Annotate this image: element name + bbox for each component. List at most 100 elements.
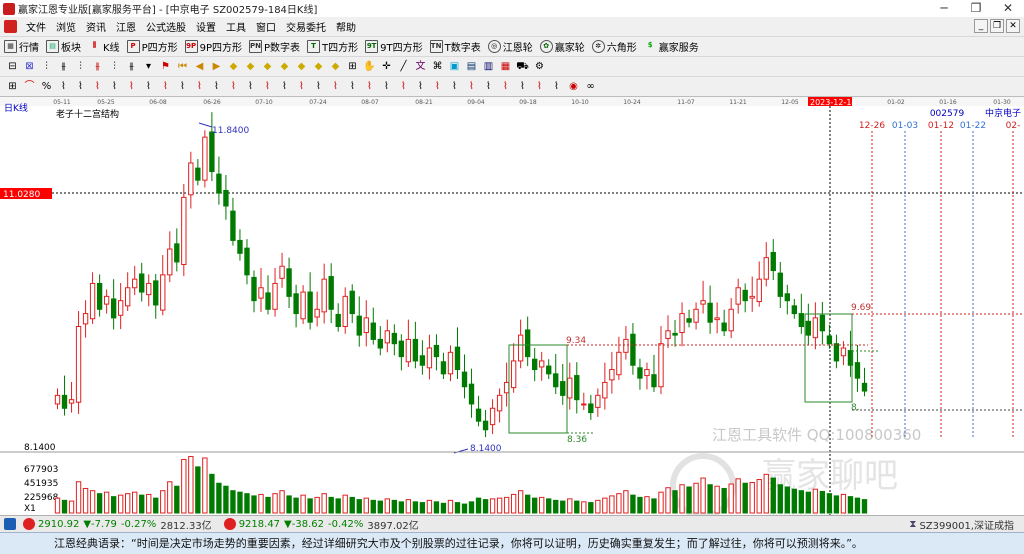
cycle-icon[interactable]: ⌇ bbox=[125, 80, 138, 93]
candle-icon[interactable]: ⫵ bbox=[57, 60, 70, 73]
grid-icon[interactable]: ⊞ bbox=[346, 60, 359, 73]
toolbar-hexagon[interactable]: ✲ 六角形 bbox=[591, 39, 637, 54]
text-icon[interactable]: 文 bbox=[414, 60, 427, 73]
arc-icon[interactable]: ⌒ bbox=[23, 80, 36, 93]
cycle-icon[interactable]: ⌇ bbox=[346, 80, 359, 93]
menu-gann[interactable]: 江恩 bbox=[111, 19, 141, 34]
layers-icon[interactable]: ▥ bbox=[482, 60, 495, 73]
diamond-icon[interactable]: ◆ bbox=[261, 60, 274, 73]
menu-file[interactable]: 文件 bbox=[21, 19, 51, 34]
cycle-icon[interactable]: ⌇ bbox=[465, 80, 478, 93]
hand-icon[interactable]: ✋ bbox=[363, 60, 376, 73]
doc-restore-button[interactable]: ❐ bbox=[990, 19, 1004, 33]
cycle-icon[interactable]: ⌇ bbox=[329, 80, 342, 93]
doc-close-button[interactable]: ✕ bbox=[1006, 19, 1020, 33]
cycle-icon[interactable]: ⌇ bbox=[516, 80, 529, 93]
cycle-icon[interactable]: ⌇ bbox=[142, 80, 155, 93]
doc-minimize-button[interactable]: _ bbox=[974, 19, 988, 33]
color-wheel-icon[interactable]: ◉ bbox=[567, 80, 580, 93]
cycle-icon[interactable]: ⌇ bbox=[397, 80, 410, 93]
toolbar-sectors[interactable]: ▤ 板块 bbox=[46, 39, 81, 54]
diamond-icon[interactable]: ◆ bbox=[244, 60, 257, 73]
candle-icon[interactable]: ⫶ bbox=[74, 60, 87, 73]
menu-trade[interactable]: 交易委托 bbox=[281, 19, 331, 34]
sh-index-value[interactable]: 2910.92 bbox=[38, 519, 79, 530]
prev-icon[interactable]: ◀ bbox=[193, 60, 206, 73]
menu-browse[interactable]: 浏览 bbox=[51, 19, 81, 34]
cycle-icon[interactable]: ⌇ bbox=[278, 80, 291, 93]
first-icon[interactable]: ⏮ bbox=[176, 60, 189, 73]
trend-line-icon[interactable]: ╱ bbox=[397, 60, 410, 73]
cycle-icon[interactable]: ⌇ bbox=[363, 80, 376, 93]
diamond-icon[interactable]: ◆ bbox=[295, 60, 308, 73]
menu-settings[interactable]: 设置 bbox=[191, 19, 221, 34]
cycle-icon[interactable]: ⌇ bbox=[193, 80, 206, 93]
toolbar-t-square[interactable]: T T四方形 bbox=[307, 39, 358, 54]
toolbar-t-number-table[interactable]: TN T数字表 bbox=[429, 39, 481, 54]
layout-icon[interactable]: ⊟ bbox=[6, 60, 19, 73]
cycle-icon[interactable]: ⌇ bbox=[448, 80, 461, 93]
infinity-icon[interactable]: ∞ bbox=[584, 80, 597, 93]
diamond-icon[interactable]: ◆ bbox=[278, 60, 291, 73]
toolbar-winner-service[interactable]: $ 赢家服务 bbox=[644, 39, 699, 54]
diamond-icon[interactable]: ◆ bbox=[227, 60, 240, 73]
maximize-button[interactable]: ❐ bbox=[960, 0, 992, 17]
calendar-icon[interactable]: ▣ bbox=[448, 60, 461, 73]
dropdown-icon[interactable]: ▾ bbox=[142, 60, 155, 73]
cycle-icon[interactable]: ⌇ bbox=[533, 80, 546, 93]
fibonacci-icon[interactable]: ⌘ bbox=[431, 60, 444, 73]
next-icon[interactable]: ▶ bbox=[210, 60, 223, 73]
cycle-icon[interactable]: ⌇ bbox=[414, 80, 427, 93]
cycle-icon[interactable]: ⌇ bbox=[227, 80, 240, 93]
menu-window[interactable]: 窗口 bbox=[251, 19, 281, 34]
cycle-icon[interactable]: ⌇ bbox=[91, 80, 104, 93]
toolbar-p-square[interactable]: P P四方形 bbox=[126, 39, 178, 54]
sz-index-value[interactable]: 9218.47 bbox=[239, 519, 280, 530]
cycle-icon[interactable]: ⌇ bbox=[244, 80, 257, 93]
percent-icon[interactable]: % bbox=[40, 80, 53, 93]
cycle-icon[interactable]: ⌇ bbox=[261, 80, 274, 93]
document-menu-icon[interactable] bbox=[4, 20, 17, 33]
cycle-icon[interactable]: ⌇ bbox=[431, 80, 444, 93]
cycle-icon[interactable]: ⌇ bbox=[482, 80, 495, 93]
cycle-icon[interactable]: ⌇ bbox=[295, 80, 308, 93]
cycle-icon[interactable]: ⌇ bbox=[210, 80, 223, 93]
cycle-icon[interactable]: ⌇ bbox=[108, 80, 121, 93]
candle-icon[interactable]: ⫵ bbox=[91, 60, 104, 73]
cycle-icon[interactable]: ⌇ bbox=[159, 80, 172, 93]
candle-icon[interactable]: ⫵ bbox=[125, 60, 138, 73]
menu-formula-select[interactable]: 公式选股 bbox=[141, 19, 191, 34]
toolbar-quotes[interactable]: ▦ 行情 bbox=[4, 39, 39, 54]
crosshair-icon[interactable]: ✛ bbox=[380, 60, 393, 73]
minimize-button[interactable]: ─ bbox=[928, 0, 960, 17]
save-icon[interactable]: ▤ bbox=[465, 60, 478, 73]
close-button[interactable]: ✕ bbox=[992, 0, 1024, 17]
status-right-info[interactable]: ⧗ SZ399001,深证成指 bbox=[909, 517, 1014, 532]
cycle-icon[interactable]: ⌇ bbox=[380, 80, 393, 93]
diamond-icon[interactable]: ◆ bbox=[329, 60, 342, 73]
menu-tools[interactable]: 工具 bbox=[221, 19, 251, 34]
car-icon[interactable]: ⛟ bbox=[516, 60, 529, 73]
cycle-icon[interactable]: ⌇ bbox=[550, 80, 563, 93]
candle-icon[interactable]: ⫶ bbox=[108, 60, 121, 73]
toolbar-gann-wheel[interactable]: ◎ 江恩轮 bbox=[487, 39, 533, 54]
candle-icon[interactable]: ⫶ bbox=[40, 60, 53, 73]
kline-chart[interactable]: 05-11 05-25 06-08 06-26 07-10 07-24 08-07 08-21… bbox=[0, 97, 1024, 521]
tab-icon[interactable]: ▦ bbox=[499, 60, 512, 73]
toolbar-kline[interactable]: ⫼ K线 bbox=[88, 39, 120, 54]
toolbar-9p-square[interactable]: 9P 9P四方形 bbox=[184, 39, 242, 54]
diamond-icon[interactable]: ◆ bbox=[312, 60, 325, 73]
cycle-icon[interactable]: ⌇ bbox=[312, 80, 325, 93]
toolbar-p-number-table[interactable]: PN P数字表 bbox=[249, 39, 300, 54]
cycle-icon[interactable]: ⌇ bbox=[499, 80, 512, 93]
toolbar-winner-wheel[interactable]: ✿ 赢家轮 bbox=[539, 39, 585, 54]
chart-mode-icon[interactable]: ⊠ bbox=[23, 60, 36, 73]
plugin-icon[interactable]: ⚙ bbox=[533, 60, 546, 73]
toolbar-9t-square[interactable]: 9T 9T四方形 bbox=[365, 39, 423, 54]
kline-chart-panel[interactable]: 05-11 05-25 06-08 06-26 07-10 07-24 08-07 08-21… bbox=[0, 97, 1024, 521]
cycle-icon[interactable]: ⌇ bbox=[57, 80, 70, 93]
menu-help[interactable]: 帮助 bbox=[331, 19, 361, 34]
flag-icon[interactable]: ⚑ bbox=[159, 60, 172, 73]
gann-fan-icon[interactable]: ⊞ bbox=[6, 80, 19, 93]
cycle-icon[interactable]: ⌇ bbox=[74, 80, 87, 93]
